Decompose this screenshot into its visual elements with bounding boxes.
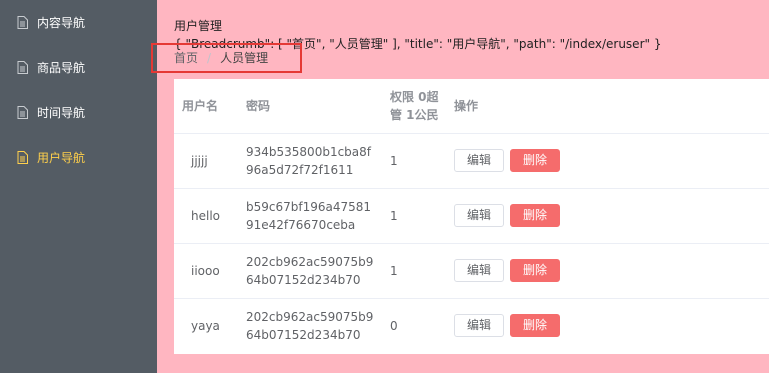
cell-username: hello xyxy=(174,188,238,244)
sidebar-item-label: 用户导航 xyxy=(37,151,86,165)
cell-permission: 1 xyxy=(382,133,446,189)
permission-header-text: 权限 0超管 1公民 xyxy=(390,89,439,122)
edit-button[interactable]: 编辑 xyxy=(454,259,505,282)
cell-username: yaya xyxy=(191,318,220,333)
document-icon xyxy=(17,16,28,29)
sidebar-item-time-nav[interactable]: 时间导航 xyxy=(0,90,157,135)
main-content: 用户管理 { "Breadcrumb": [ "首页", "人员管理" ], "… xyxy=(151,0,769,373)
cell-actions: 编辑 删除 xyxy=(446,298,769,353)
cell-username: jjjjj xyxy=(174,133,238,189)
delete-button[interactable]: 删除 xyxy=(510,149,561,172)
breadcrumb: 首页 / 人员管理 xyxy=(174,49,268,66)
user-table: 用户名 密码 权限 0超管 1公民 操作 jjjjj 934b535800b1c… xyxy=(174,79,769,353)
cell-actions: 编辑 删除 xyxy=(446,188,769,244)
breadcrumb-separator: / xyxy=(207,50,212,65)
cell-permission: 0 xyxy=(390,318,398,333)
document-icon xyxy=(17,151,28,164)
cell-permission: 1 xyxy=(382,188,446,244)
cell-actions: 编辑 删除 xyxy=(446,133,769,189)
cell-password: 202cb962ac59075b964b07152d234b70 xyxy=(238,243,382,299)
password-text: 202cb962ac59075b964b07152d234b70 xyxy=(246,309,374,342)
cell-password: 202cb962ac59075b964b07152d234b70 xyxy=(238,298,382,353)
sidebar: 内容导航 商品导航 时间导航 用户导航 xyxy=(0,0,157,373)
column-header-permission: 权限 0超管 1公民 xyxy=(382,79,446,134)
table-row: iiooo 202cb962ac59075b964b07152d234b70 1… xyxy=(174,243,769,299)
password-text: 202cb962ac59075b964b07152d234b70 xyxy=(246,254,374,287)
cell-password: b59c67bf196a4758191e42f76670ceba xyxy=(238,188,382,244)
document-icon xyxy=(17,106,28,119)
edit-button[interactable]: 编辑 xyxy=(454,204,505,227)
user-table-card: 用户名 密码 权限 0超管 1公民 操作 jjjjj 934b535800b1c… xyxy=(174,79,769,354)
column-header-password: 密码 xyxy=(238,79,382,134)
sidebar-item-label: 内容导航 xyxy=(37,16,86,30)
sidebar-item-content-nav[interactable]: 内容导航 xyxy=(0,0,157,45)
table-row: yaya 202cb962ac59075b964b07152d234b70 0 … xyxy=(174,298,769,353)
cell-password: 934b535800b1cba8f96a5d72f72f1611 xyxy=(238,133,382,189)
breadcrumb-current: 人员管理 xyxy=(220,51,269,65)
cell-username: iiooo xyxy=(174,243,238,299)
column-header-username: 用户名 xyxy=(174,79,238,134)
table-row: hello b59c67bf196a4758191e42f76670ceba 1… xyxy=(174,188,769,244)
sidebar-item-label: 商品导航 xyxy=(37,61,86,75)
edit-button[interactable]: 编辑 xyxy=(454,149,505,172)
table-row: jjjjj 934b535800b1cba8f96a5d72f72f1611 1… xyxy=(174,133,769,189)
page-title: 用户管理 xyxy=(174,19,223,33)
edit-button[interactable]: 编辑 xyxy=(454,314,505,338)
delete-button[interactable]: 删除 xyxy=(510,314,561,338)
sidebar-item-user-nav[interactable]: 用户导航 xyxy=(0,135,157,180)
table-header-row: 用户名 密码 权限 0超管 1公民 操作 xyxy=(174,79,769,134)
delete-button[interactable]: 删除 xyxy=(510,259,561,282)
column-header-actions: 操作 xyxy=(446,79,769,134)
password-text: b59c67bf196a4758191e42f76670ceba xyxy=(246,199,372,232)
sidebar-item-product-nav[interactable]: 商品导航 xyxy=(0,45,157,90)
delete-button[interactable]: 删除 xyxy=(510,204,561,227)
sidebar-item-label: 时间导航 xyxy=(37,106,86,120)
document-icon xyxy=(17,61,28,74)
password-text: 934b535800b1cba8f96a5d72f72f1611 xyxy=(246,144,372,177)
cell-actions: 编辑 删除 xyxy=(446,243,769,299)
cell-permission: 1 xyxy=(382,243,446,299)
breadcrumb-home[interactable]: 首页 xyxy=(174,49,198,66)
